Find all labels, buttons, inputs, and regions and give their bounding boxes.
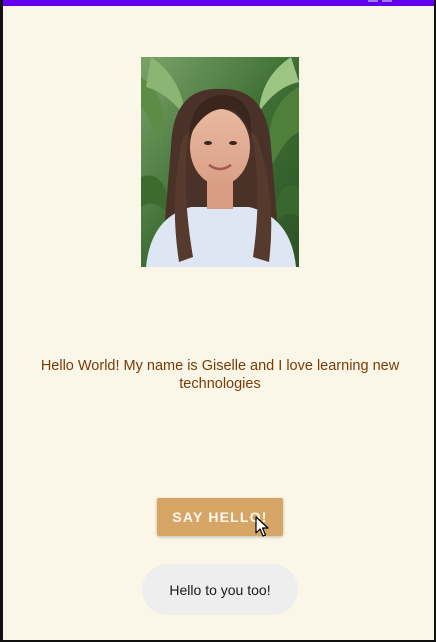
- toast-text: Hello to you too!: [169, 581, 271, 598]
- battery-icon: [382, 0, 392, 2]
- mouse-cursor-icon: [255, 516, 269, 537]
- window-border-left: [0, 0, 3, 642]
- profile-photo: [141, 57, 299, 267]
- app-screen: Hello World! My name is Giselle and I lo…: [0, 0, 436, 642]
- intro-text: Hello World! My name is Giselle and I lo…: [40, 358, 400, 392]
- status-bar: [0, 0, 436, 6]
- signal-icon: [368, 0, 378, 2]
- toast-message: Hello to you too!: [142, 564, 298, 615]
- portrait-photo-image: [141, 57, 299, 267]
- status-icons: [368, 0, 408, 3]
